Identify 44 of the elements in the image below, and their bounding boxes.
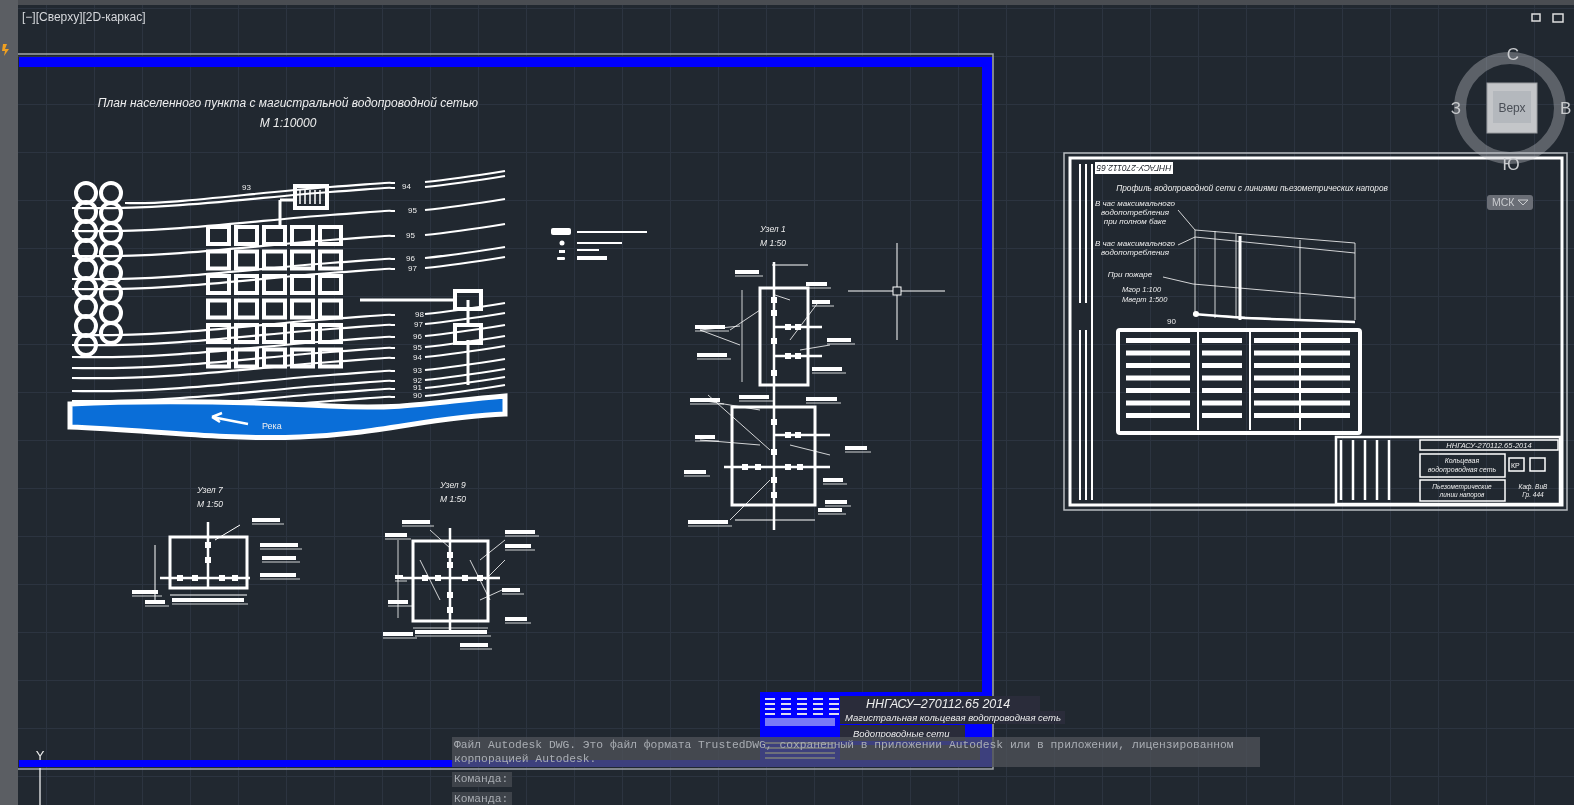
line-label: В час максимального водопотребления bbox=[1094, 239, 1176, 257]
plan-scale: М 1:10000 bbox=[259, 116, 317, 130]
node-scale: М 1:50 bbox=[440, 494, 466, 504]
contour-label: 94 bbox=[413, 353, 422, 362]
contour-label: 92 bbox=[413, 376, 422, 385]
command-message: Файл Autodesk DWG. Это файл формата TrustedDWG, сохраненный в приложении Autodesk или в приложении, лицензированном корпорацией Autodesk. bbox=[452, 737, 1260, 767]
river-label: Река bbox=[262, 421, 282, 431]
line-label: В час максимального водопотребления при полном баке bbox=[1094, 199, 1176, 226]
node-title: Узел 1 bbox=[760, 224, 786, 234]
contour-label: 97 bbox=[414, 320, 423, 329]
compass-west[interactable]: З bbox=[1450, 99, 1462, 118]
node-title: Узел 7 bbox=[197, 485, 223, 495]
node-scale: М 1:50 bbox=[760, 238, 786, 248]
contour-label: 90 bbox=[413, 391, 422, 400]
contour-label: 97 bbox=[408, 264, 417, 273]
contour-label: 91 bbox=[413, 383, 422, 392]
view-cube-face[interactable]: Верх bbox=[1486, 82, 1538, 134]
plan-title: План населенного пункта с магистральной водопроводной сетью bbox=[97, 96, 479, 110]
line-label: При пожаре bbox=[1107, 270, 1153, 279]
contour-label: 93 bbox=[242, 183, 251, 192]
compass-north[interactable]: С bbox=[1506, 45, 1520, 64]
contour-label: 95 bbox=[408, 206, 417, 215]
contour-label: 98 bbox=[415, 310, 424, 319]
contour-label: 95 bbox=[413, 343, 422, 352]
drawing-name: Магистральная кольцевая водопроводная сеть bbox=[845, 712, 1061, 723]
station-label: 90 bbox=[1167, 317, 1176, 326]
rotated-code: ННГАСУ-270112.65 bbox=[1096, 163, 1172, 173]
profile-title: Профиль водопроводной сети с линиями пьезометрических напоров bbox=[1116, 183, 1388, 193]
node-title: Узел 9 bbox=[440, 480, 466, 490]
drawing-section: Водопроводные сети bbox=[853, 728, 950, 739]
viewport-label[interactable]: [−][Сверху][2D-каркас] bbox=[22, 8, 146, 26]
compass-east[interactable]: В bbox=[1560, 99, 1572, 118]
contour-label: 96 bbox=[413, 332, 422, 341]
command-prompt[interactable]: Команда: bbox=[452, 772, 512, 787]
drawing-code: ННГАСУ–270112.65 2014 bbox=[866, 697, 1011, 711]
contour-label: 96 bbox=[406, 254, 415, 263]
contour-label: 93 bbox=[413, 366, 422, 375]
node-scale: М 1:50 bbox=[197, 499, 223, 509]
command-prompt[interactable]: Команда: bbox=[452, 792, 512, 805]
axis-label: Y bbox=[35, 748, 45, 763]
contour-label: 94 bbox=[402, 182, 411, 191]
ucs-dropdown[interactable]: МСК bbox=[1487, 195, 1533, 210]
contour-label: 95 bbox=[406, 231, 415, 240]
compass-south[interactable]: Ю bbox=[1502, 155, 1520, 174]
